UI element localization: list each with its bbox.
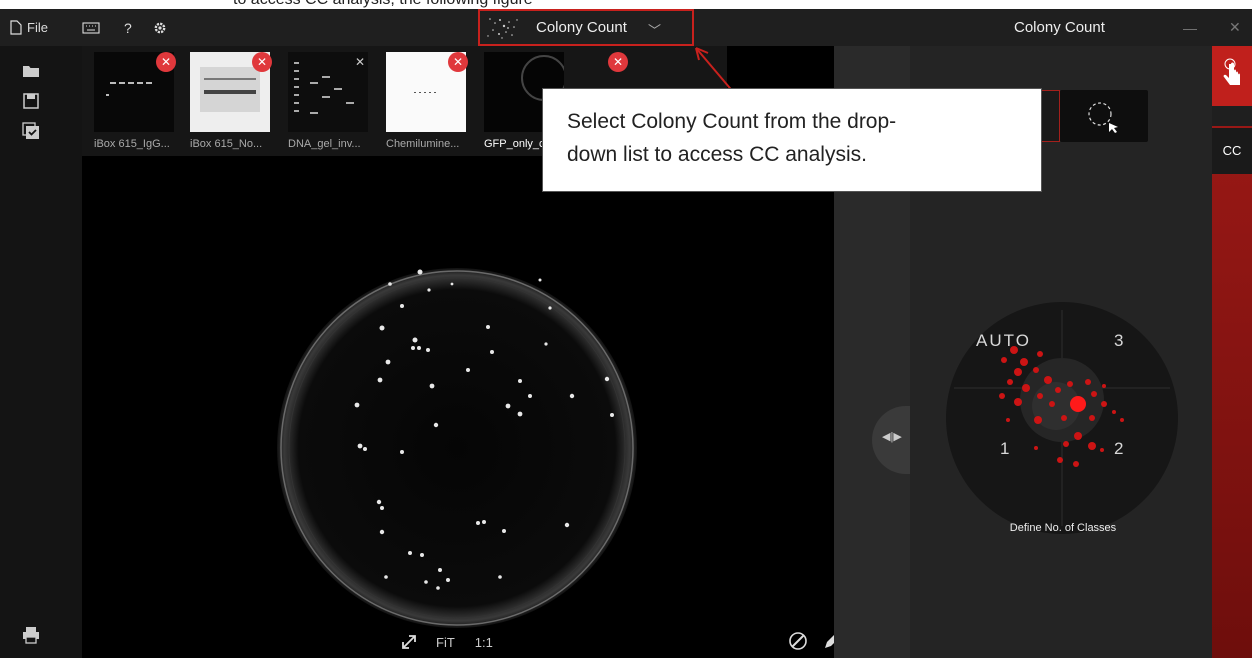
keyboard-icon [82, 21, 100, 34]
name-input-field[interactable] [1040, 90, 1060, 142]
app-title: Colony Count [1014, 19, 1105, 36]
module-dropdown[interactable]: Colony Count ﹀ [478, 9, 694, 46]
instruction-strip: to access CC analysis, the following fig… [0, 0, 1252, 9]
auto-option: AUTO [976, 331, 1031, 350]
callout-line-1: Select Colony Count from the drop- [567, 110, 897, 133]
print-icon[interactable] [22, 626, 40, 644]
define-classes-caption: Define No. of Classes [1009, 522, 1117, 534]
touch-hand-icon [1212, 46, 1252, 106]
delete-thumbnail-button[interactable]: ✕ [448, 52, 468, 72]
module-dropdown-label: Colony Count [536, 19, 627, 36]
viewer-toolbar: FiT 1:1 [400, 626, 493, 658]
file-menu-label: File [27, 20, 48, 35]
instruction-callout: Select Colony Count from the drop- down … [542, 88, 1042, 192]
expand-icon[interactable] [400, 633, 418, 651]
minimize-button[interactable]: — [1183, 9, 1197, 46]
one-to-one-button[interactable]: 1:1 [475, 635, 493, 650]
settings-gear-icon [154, 22, 166, 33]
two-classes-option: 2 [1114, 439, 1123, 458]
three-classes-option: 3 [1114, 331, 1123, 350]
thumbnail-name: Chemilumine... [386, 138, 460, 150]
keyboard-button[interactable] [82, 9, 100, 46]
help-label: ? [124, 19, 132, 36]
cc-mode-tab[interactable]: CC [1212, 128, 1252, 174]
settings-button[interactable] [153, 9, 167, 46]
class-count-selector[interactable]: AUTO 3 1 2 [944, 300, 1180, 536]
save-icon[interactable] [22, 92, 40, 110]
delete-thumbnail-button[interactable]: ✕ [350, 52, 370, 72]
title-bar: File ? Colony Count ﹀ Colony Count — ✕ [0, 9, 1252, 46]
collapse-arrows-icon: ◀|▶ [882, 431, 902, 443]
image-viewer[interactable]: FiT 1:1 i [82, 156, 878, 658]
file-icon [10, 20, 22, 35]
thumbnail-item[interactable]: ✕ iBox 615_No... [190, 52, 272, 150]
help-button[interactable]: ? [124, 9, 132, 46]
color-palette-icon[interactable] [788, 631, 808, 651]
colony-count-app-icon [487, 18, 518, 39]
delete-thumbnail-button[interactable]: ✕ [608, 52, 628, 72]
instruction-strip-text: to access CC analysis, the following fig… [233, 0, 533, 9]
thumbnail-name: DNA_gel_inv... [288, 138, 361, 150]
callout-line-2: down list to access CC analysis. [567, 143, 867, 166]
touch-mode-button[interactable] [1212, 46, 1252, 126]
delete-thumbnail-button[interactable]: ✕ [252, 52, 272, 72]
petri-dish-image[interactable] [272, 256, 642, 636]
thumbnail-item[interactable]: ✕ DNA_gel_inv... [288, 52, 370, 150]
left-sidebar [0, 46, 82, 658]
thumbnail-item[interactable]: ✕ Chemilumine... [386, 52, 468, 150]
chevron-down-icon: ﹀ [648, 23, 662, 38]
one-class-option: 1 [1000, 439, 1009, 458]
lasso-tool-button[interactable] [1060, 90, 1148, 142]
thumbnail-name: iBox 615_No... [190, 138, 263, 150]
batch-select-icon[interactable] [22, 122, 40, 140]
thumbnail-name: iBox 615_IgG... [94, 138, 170, 150]
fit-button[interactable]: FiT [436, 635, 455, 650]
thumbnail-item[interactable]: ✕ iBox 615_IgG... [94, 52, 176, 150]
lasso-select-icon [1088, 102, 1118, 133]
file-menu-button[interactable]: File [10, 9, 48, 46]
close-button[interactable]: ✕ [1229, 9, 1241, 46]
delete-thumbnail-button[interactable]: ✕ [156, 52, 176, 72]
mode-rail: CC [1212, 46, 1252, 658]
open-folder-icon[interactable] [22, 62, 40, 80]
